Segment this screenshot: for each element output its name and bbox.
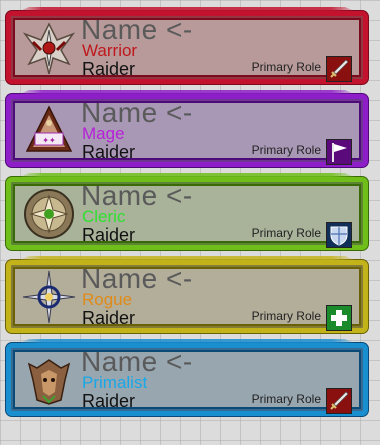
rogue-emblem-icon bbox=[21, 269, 77, 325]
warrior-emblem-icon bbox=[21, 20, 77, 76]
shield-icon[interactable] bbox=[326, 222, 352, 248]
primary-role-label: Primary Role bbox=[251, 143, 321, 157]
character-card-mage[interactable]: ✦✦ Name <- Mage Raider Primary Role bbox=[6, 94, 368, 167]
rank-label: Raider bbox=[82, 59, 136, 79]
cleric-emblem-icon bbox=[21, 186, 77, 242]
primary-role-label: Primary Role bbox=[251, 392, 321, 406]
primary-role-label: Primary Role bbox=[251, 60, 321, 74]
rank-label: Raider bbox=[82, 391, 136, 411]
flag-icon[interactable] bbox=[326, 139, 352, 165]
character-card-warrior[interactable]: Name <- Warrior Raider Primary Role bbox=[6, 11, 368, 84]
character-card-primalist[interactable]: Name <- Primalist Raider Primary Role bbox=[6, 343, 368, 416]
svg-text:✦✦: ✦✦ bbox=[42, 136, 56, 145]
character-card-cleric[interactable]: Name <- Cleric Raider Primary Role bbox=[6, 177, 368, 250]
mage-emblem-icon: ✦✦ bbox=[21, 103, 77, 159]
character-card-rogue[interactable]: Name <- Rogue Raider Primary Role bbox=[6, 260, 368, 333]
healer-cross-icon[interactable] bbox=[326, 305, 352, 331]
sword-icon[interactable] bbox=[326, 388, 352, 414]
rank-label: Raider bbox=[82, 225, 136, 245]
primalist-emblem-icon bbox=[21, 352, 77, 408]
rank-label: Raider bbox=[82, 142, 136, 162]
primary-role-label: Primary Role bbox=[251, 309, 321, 323]
primary-role-label: Primary Role bbox=[251, 226, 321, 240]
sword-icon[interactable] bbox=[326, 56, 352, 82]
rank-label: Raider bbox=[82, 308, 136, 328]
